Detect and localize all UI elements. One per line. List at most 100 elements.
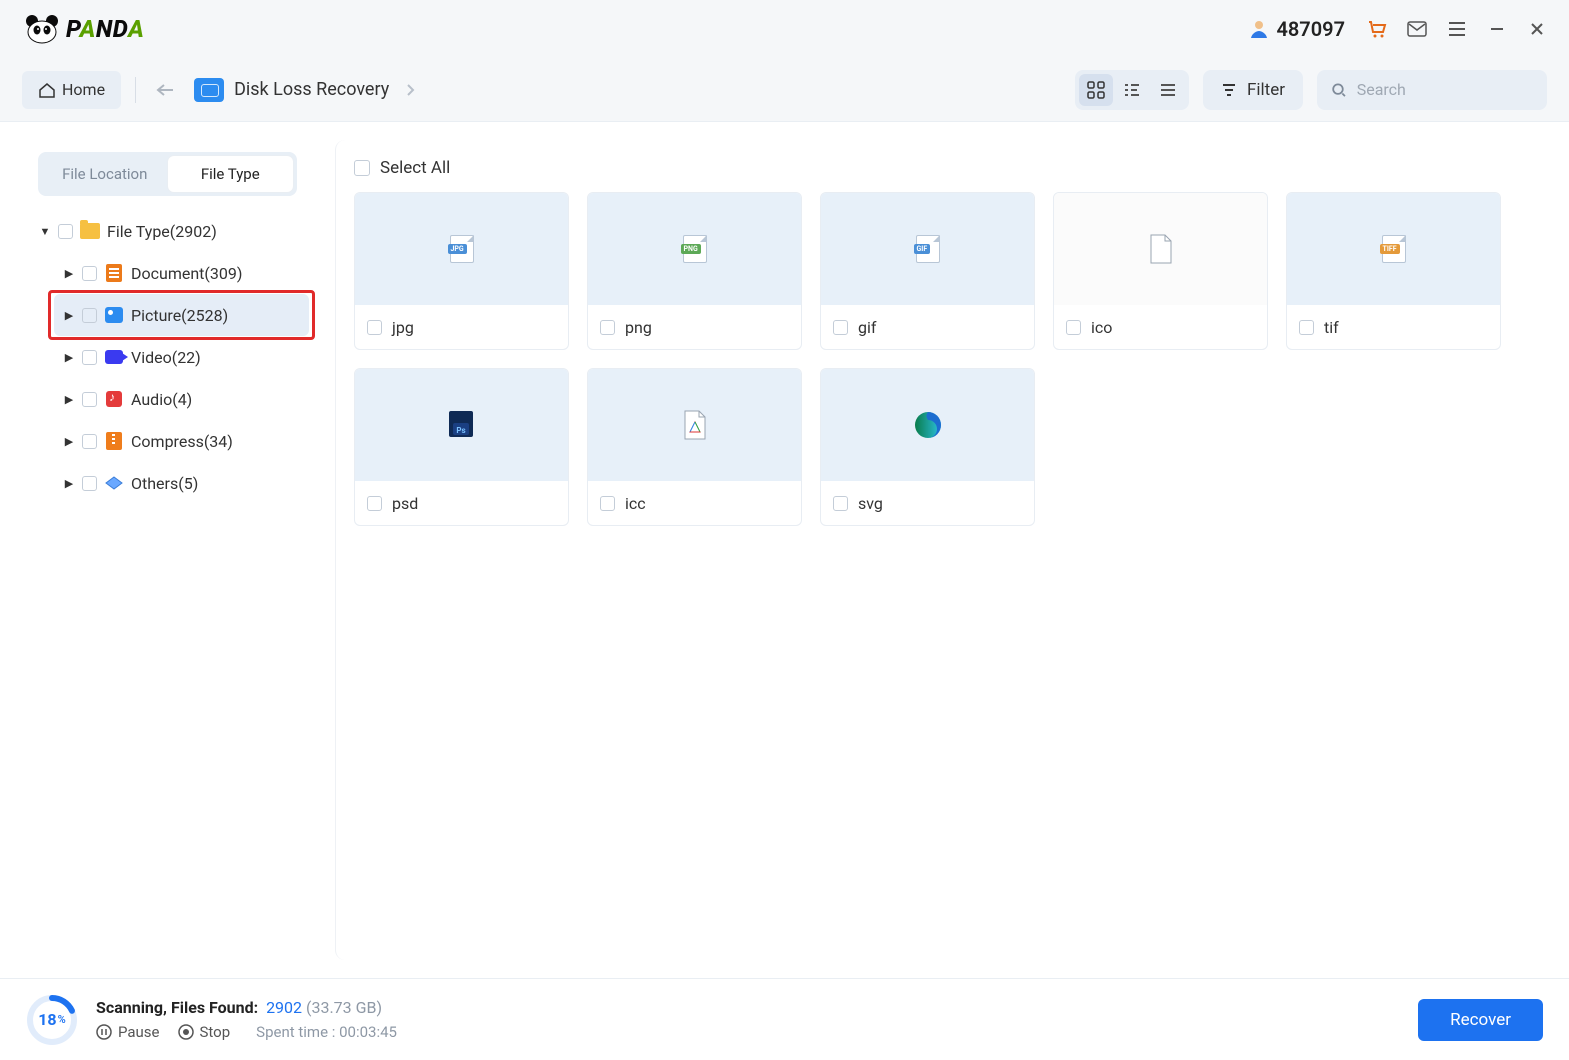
checkbox[interactable] xyxy=(58,224,73,239)
percent-sign: % xyxy=(58,1013,66,1026)
titlebar: PANDA 487097 xyxy=(0,0,1569,58)
tab-file-type[interactable]: File Type xyxy=(168,156,294,192)
tree-label: Compress(34) xyxy=(131,432,233,451)
checkbox[interactable] xyxy=(600,320,615,335)
card-label: jpg xyxy=(392,318,414,337)
card-jpg[interactable]: JPGjpg xyxy=(354,192,569,350)
pause-icon xyxy=(96,1024,112,1040)
tree-item-others[interactable]: Others(5) xyxy=(54,462,309,504)
cart-icon[interactable] xyxy=(1365,17,1389,41)
checkbox[interactable] xyxy=(367,496,382,511)
tree-label: Document(309) xyxy=(131,264,242,283)
checkbox[interactable] xyxy=(82,266,97,281)
search-box[interactable] xyxy=(1317,70,1547,110)
tree-item-compress[interactable]: Compress(34) xyxy=(54,420,309,462)
chevron-right-icon xyxy=(405,83,415,97)
tree-item-video[interactable]: Video(22) xyxy=(54,336,309,378)
checkbox[interactable] xyxy=(600,496,615,511)
card-gif[interactable]: GIF gif xyxy=(820,192,1035,350)
card-footer: ico xyxy=(1054,305,1267,349)
caret-icon[interactable] xyxy=(38,225,52,238)
status-lines: Scanning, Files Found: 2902 (33.73 GB) P… xyxy=(96,998,397,1041)
checkbox[interactable] xyxy=(82,434,97,449)
view-grid-button[interactable] xyxy=(1079,74,1113,106)
search-icon xyxy=(1331,81,1347,99)
checkbox[interactable] xyxy=(82,308,97,323)
arrow-left-icon xyxy=(156,83,174,97)
checkbox[interactable] xyxy=(833,496,848,511)
card-footer: svg xyxy=(821,481,1034,525)
checkbox[interactable] xyxy=(367,320,382,335)
found-size: (33.73 GB) xyxy=(306,998,382,1017)
tree-item-audio[interactable]: Audio(4) xyxy=(54,378,309,420)
select-all-row[interactable]: Select All xyxy=(354,158,1531,178)
card-svg[interactable]: svg xyxy=(820,368,1035,526)
card-footer: psd xyxy=(355,481,568,525)
stop-label: Stop xyxy=(200,1023,231,1041)
card-footer: tif xyxy=(1287,305,1500,349)
checkbox[interactable] xyxy=(354,160,370,176)
tree-label: Others(5) xyxy=(131,474,198,493)
thumbnail xyxy=(821,369,1034,481)
home-icon xyxy=(38,82,56,98)
stop-icon xyxy=(178,1024,194,1040)
panda-logo-icon xyxy=(24,11,60,47)
caret-icon[interactable] xyxy=(62,267,76,280)
brand-text: PANDA xyxy=(66,15,144,43)
checkbox[interactable] xyxy=(82,350,97,365)
progress-ring: 18% xyxy=(26,994,78,1046)
filter-button[interactable]: Filter xyxy=(1203,70,1303,110)
card-ico[interactable]: ico xyxy=(1053,192,1268,350)
card-icc[interactable]: icc xyxy=(587,368,802,526)
checkbox[interactable] xyxy=(1299,320,1314,335)
tab-file-location[interactable]: File Location xyxy=(42,156,168,192)
document-icon xyxy=(103,263,125,283)
pause-button[interactable]: Pause xyxy=(96,1023,160,1041)
file-type-grid: JPGjpgPNGpngGIF gif ico TIFF tif Pspsd icc svg xyxy=(354,192,1531,526)
tree-label: Audio(4) xyxy=(131,390,192,409)
card-label: svg xyxy=(858,494,883,513)
thumbnail: GIF xyxy=(821,193,1034,305)
tree-root-label: File Type(2902) xyxy=(107,222,217,241)
back-button[interactable] xyxy=(150,75,180,105)
card-tif[interactable]: TIFF tif xyxy=(1286,192,1501,350)
caret-icon[interactable] xyxy=(62,435,76,448)
checkbox[interactable] xyxy=(82,392,97,407)
checkbox[interactable] xyxy=(1066,320,1081,335)
menu-icon[interactable] xyxy=(1445,17,1469,41)
stop-button[interactable]: Stop xyxy=(178,1023,231,1041)
user-badge[interactable]: 487097 xyxy=(1248,17,1349,41)
caret-icon[interactable] xyxy=(62,393,76,406)
card-label: tif xyxy=(1324,318,1339,337)
card-footer: icc xyxy=(588,481,801,525)
card-label: gif xyxy=(858,318,876,337)
content: Select All JPGjpgPNGpngGIF gif ico TIFF tif P… xyxy=(335,122,1569,978)
minimize-icon[interactable] xyxy=(1485,17,1509,41)
brand: PANDA xyxy=(24,11,144,47)
tree-item-document[interactable]: Document(309) xyxy=(54,252,309,294)
tree-root[interactable]: File Type(2902) xyxy=(30,210,309,252)
caret-icon[interactable] xyxy=(62,477,76,490)
card-label: ico xyxy=(1091,318,1112,337)
thumbnail xyxy=(588,369,801,481)
checkbox[interactable] xyxy=(82,476,97,491)
mail-icon[interactable] xyxy=(1405,17,1429,41)
view-list-button[interactable] xyxy=(1151,74,1185,106)
home-button[interactable]: Home xyxy=(22,71,121,109)
thumbnail: TIFF xyxy=(1287,193,1500,305)
checkbox[interactable] xyxy=(833,320,848,335)
view-detail-button[interactable] xyxy=(1115,74,1149,106)
card-psd[interactable]: Pspsd xyxy=(354,368,569,526)
close-icon[interactable] xyxy=(1525,17,1549,41)
tree-item-picture[interactable]: Picture(2528) xyxy=(54,294,309,336)
found-count: 2902 xyxy=(266,998,302,1017)
caret-icon[interactable] xyxy=(62,309,76,322)
tree-label: Video(22) xyxy=(131,348,201,367)
recover-button[interactable]: Recover xyxy=(1418,999,1543,1041)
caret-icon[interactable] xyxy=(62,351,76,364)
card-png[interactable]: PNGpng xyxy=(587,192,802,350)
breadcrumb-label: Disk Loss Recovery xyxy=(234,79,389,100)
card-label: png xyxy=(625,318,652,337)
select-all-label: Select All xyxy=(380,158,450,178)
search-input[interactable] xyxy=(1357,80,1533,99)
